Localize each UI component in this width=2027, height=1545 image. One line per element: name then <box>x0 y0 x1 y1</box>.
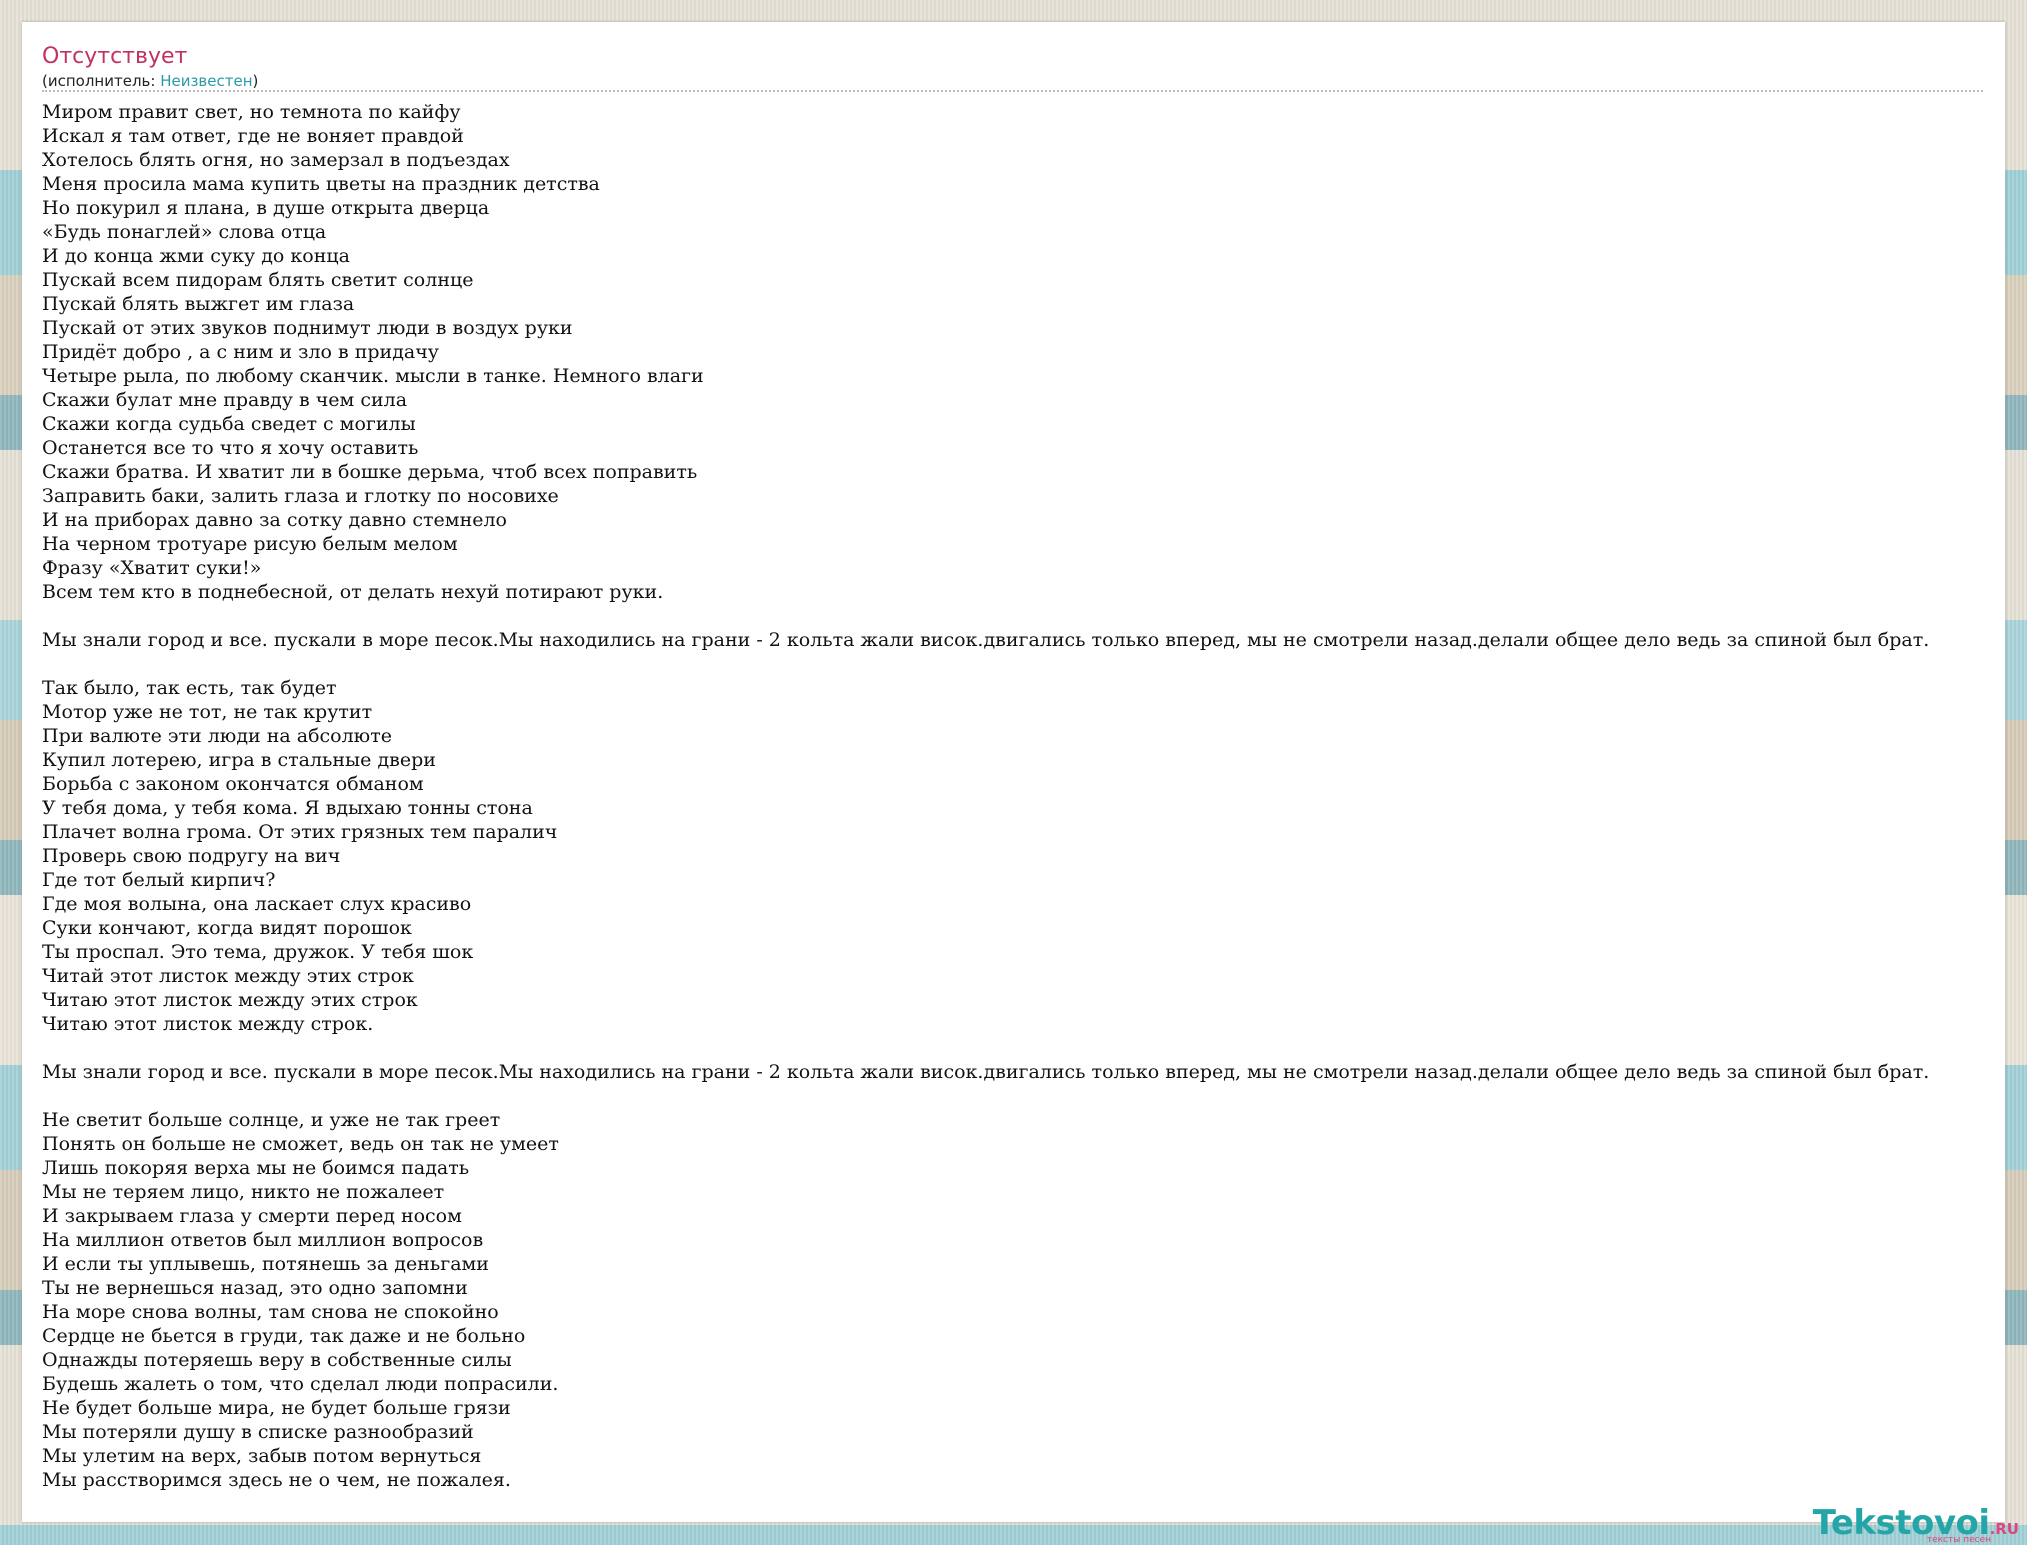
lyric-line: Купил лотерею, игра в стальные двери <box>42 749 436 771</box>
lyric-line: И если ты уплывешь, потянешь за деньгами <box>42 1253 489 1275</box>
lyric-line: Мы не теряем лицо, никто не пожалеет <box>42 1181 445 1203</box>
lyric-line: Миром правит свет, но темнота по кайфу <box>42 101 461 123</box>
lyric-line: Сердце не бьется в груди, так даже и не … <box>42 1325 526 1347</box>
lyric-line: Где тот белый кирпич? <box>42 869 276 891</box>
lyric-line: Хотелось блять огня, но замерзал в подъе… <box>42 149 510 171</box>
lyric-line: Плачет волна грома. От этих грязных тем … <box>42 821 558 843</box>
lyric-line: Читай этот листок между этих строк <box>42 965 414 987</box>
lyric-line: Мы знали город и все. пускали в море пес… <box>42 1061 1930 1083</box>
lyric-line: Но покурил я плана, в душе открыта дверц… <box>42 197 490 219</box>
song-title: Отсутствует <box>42 44 188 69</box>
artist-line: (исполнитель: Неизвестен) <box>42 72 258 90</box>
lyric-line: И закрываем глаза у смерти перед носом <box>42 1205 462 1227</box>
lyric-line: Мы расстворимся здесь не о чем, не пожал… <box>42 1469 511 1491</box>
lyric-line: Так было, так есть, так будет <box>42 677 337 699</box>
artist-prefix: (исполнитель: <box>42 72 161 90</box>
lyric-line: Фразу «Хватит суки!» <box>42 557 262 579</box>
lyric-line: Не будет больше мира, не будет больше гр… <box>42 1397 511 1419</box>
lyric-line: Пускай всем пидорам блять светит солнце <box>42 269 474 291</box>
lyric-line: Читаю этот листок между строк. <box>42 1013 374 1035</box>
lyric-line: Скажи когда судьба сведет с могилы <box>42 413 416 435</box>
title-divider <box>42 90 1983 92</box>
lyric-line: Останется все то что я хочу оставить <box>42 437 419 459</box>
lyric-line: Скажи братва. И хватит ли в бошке дерьма… <box>42 461 698 483</box>
lyric-line: Четыре рыла, по любому сканчик. мысли в … <box>42 365 704 387</box>
lyric-line: Борьба с законом окончатся обманом <box>42 773 424 795</box>
lyric-line: Лишь покоряя верха мы не боимся падать <box>42 1157 470 1179</box>
tekstovoi-logo[interactable]: Tekstovoi.RU тексты песен <box>1813 1503 2019 1545</box>
lyric-line: Пускай от этих звуков поднимут люди в во… <box>42 317 573 339</box>
lyric-line: Скажи булат мне правду в чем сила <box>42 389 408 411</box>
lyric-line: Однажды потеряешь веру в собственные сил… <box>42 1349 512 1371</box>
lyric-line: Заправить баки, залить глаза и глотку по… <box>42 485 559 507</box>
lyric-line: Понять он больше не сможет, ведь он так … <box>42 1133 559 1155</box>
lyric-line: Читаю этот листок между этих строк <box>42 989 418 1011</box>
lyric-line: И до конца жми суку до конца <box>42 245 350 267</box>
lyric-line: Ты не вернешься назад, это одно запомни <box>42 1277 468 1299</box>
lyric-line: Мы знали город и все. пускали в море пес… <box>42 629 1930 651</box>
artist-suffix: ) <box>252 72 259 90</box>
lyric-line: Меня просила мама купить цветы на праздн… <box>42 173 600 195</box>
lyric-line: Всем тем кто в поднебесной, от делать не… <box>42 581 664 603</box>
lyric-line: «Будь понаглей» слова отца <box>42 221 327 243</box>
lyrics-panel: Отсутствует (исполнитель: Неизвестен) Ми… <box>22 22 2005 1522</box>
lyric-line: Мотор уже не тот, не так крутит <box>42 701 373 723</box>
lyric-line: У тебя дома, у тебя кома. Я вдыхаю тонны… <box>42 797 533 819</box>
lyric-line: Искал я там ответ, где не воняет правдой <box>42 125 464 147</box>
lyric-line: Пускай блять выжгет им глаза <box>42 293 355 315</box>
logo-tagline: тексты песен <box>1926 1535 1991 1545</box>
lyrics-text: Миром правит свет, но темнота по кайфу И… <box>42 100 2003 1500</box>
lyric-line: И на приборах давно за сотку давно стемн… <box>42 509 507 531</box>
lyric-line: Придёт добро , а с ним и зло в придачу <box>42 341 439 363</box>
lyric-line: Где моя волына, она ласкает слух красиво <box>42 893 472 915</box>
lyric-line: Проверь свою подругу на вич <box>42 845 341 867</box>
lyric-line: На черном тротуаре рисую белым мелом <box>42 533 458 555</box>
lyric-line: Будешь жалеть о том, что сделал люди поп… <box>42 1373 559 1395</box>
lyric-line: Мы потеряли душу в списке разнообразий <box>42 1421 474 1443</box>
lyric-line: На миллион ответов был миллион вопросов <box>42 1229 484 1251</box>
logo-tld: .RU <box>1989 1520 2019 1538</box>
lyric-line: Ты проспал. Это тема, дружок. У тебя шок <box>42 941 474 963</box>
artist-link[interactable]: Неизвестен <box>160 72 252 90</box>
lyric-line: Мы улетим на верх, забыв потом вернуться <box>42 1445 482 1467</box>
lyric-line: Суки кончают, когда видят порошок <box>42 917 412 939</box>
lyric-line: Не светит больше солнце, и уже не так гр… <box>42 1109 501 1131</box>
lyric-line: На море снова волны, там снова не спокой… <box>42 1301 499 1323</box>
lyric-line: При валюте эти люди на абсолюте <box>42 725 392 747</box>
